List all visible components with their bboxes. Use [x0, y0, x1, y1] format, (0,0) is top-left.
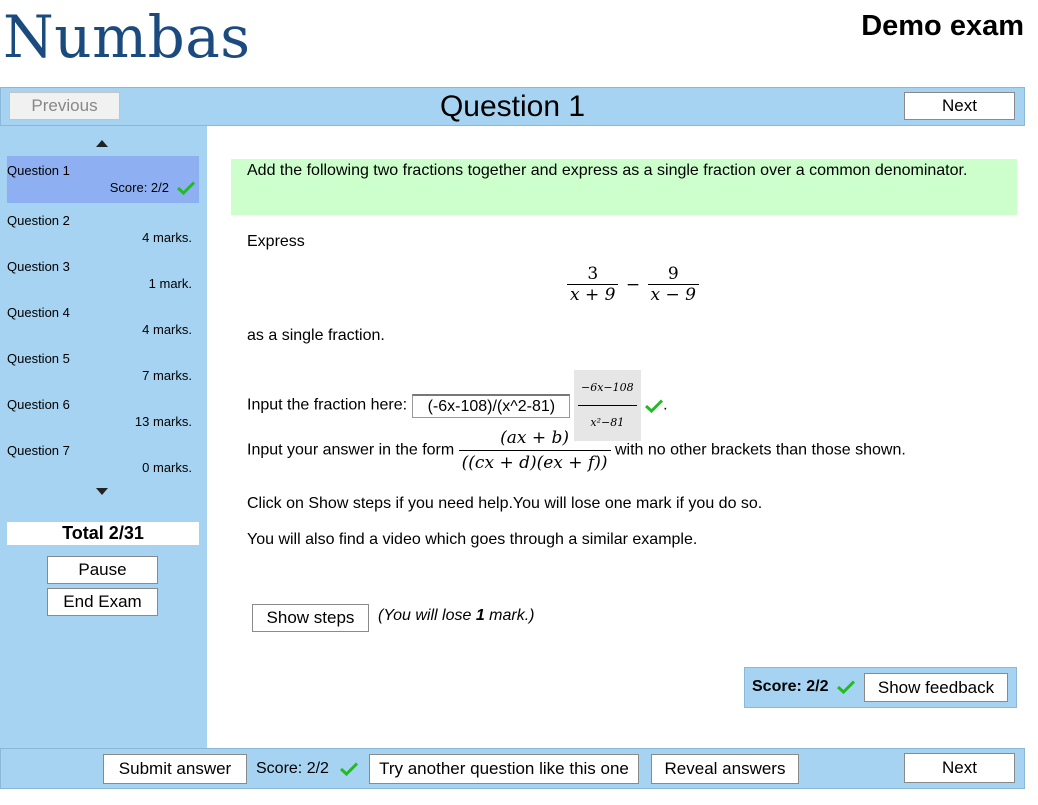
scroll-up-arrow-icon[interactable] [96, 140, 108, 147]
scroll-down-arrow-icon[interactable] [96, 488, 108, 495]
question-statement: Add the following two fractions together… [231, 159, 1017, 215]
next-button[interactable]: Next [904, 92, 1015, 120]
end-exam-button[interactable]: End Exam [47, 588, 158, 616]
exam-title: Demo exam [861, 10, 1024, 42]
question-name: Question 4 [7, 305, 70, 320]
reveal-answers-button[interactable]: Reveal answers [651, 754, 799, 784]
question-content: Add the following two fractions together… [207, 126, 1025, 748]
show-steps-button[interactable]: Show steps [252, 604, 369, 632]
show-feedback-button[interactable]: Show feedback [864, 673, 1008, 702]
submit-answer-button[interactable]: Submit answer [103, 754, 247, 784]
try-another-question-button[interactable]: Try another question like this one [369, 754, 639, 784]
fraction-numerator: 3 [567, 264, 619, 285]
question-marks: 4 marks. [142, 230, 192, 245]
input-prompt: Input the fraction here: [247, 396, 408, 414]
top-nav-bar: Previous Question 1 Next [0, 87, 1025, 126]
lose-prefix: (You will lose [378, 607, 476, 624]
question-marks: 7 marks. [142, 368, 192, 383]
pause-button[interactable]: Pause [47, 556, 158, 584]
sidebar-item-question-2[interactable]: Question 2 4 marks. [7, 206, 199, 253]
question-name: Question 1 [7, 163, 70, 178]
question-marks: 1 mark. [148, 276, 192, 291]
part-score-box: Score: 2/2 Show feedback [744, 667, 1017, 708]
single-fraction-text: as a single fraction. [247, 327, 385, 344]
check-icon [177, 181, 195, 195]
part-score: Score: 2/2 [752, 678, 829, 695]
numbas-logo: Numbas [3, 3, 251, 71]
bottom-bar: Submit answer Score: 2/2 Try another que… [0, 748, 1025, 789]
express-text: Express [247, 233, 305, 250]
form-suffix: with no other brackets than those shown. [614, 441, 906, 459]
form-denominator: ((cx + d)(ex + f)) [461, 453, 608, 473]
exam-page: Numbas Demo exam Previous Question 1 Nex… [0, 0, 1038, 805]
sidebar-item-question-3[interactable]: Question 3 1 mark. [7, 252, 199, 299]
form-row: Input your answer in the form (ax + b)((… [247, 426, 906, 475]
question-name: Question 3 [7, 259, 70, 274]
total-score: Total 2/31 [7, 522, 199, 545]
sidebar-item-question-7[interactable]: Question 7 0 marks. [7, 436, 199, 483]
math-expression: 3x + 9 − 9x − 9 [567, 264, 699, 305]
fraction-answer-input[interactable]: (-6x-108)/(x^2-81) [411, 393, 570, 418]
lose-count: 1 [475, 607, 485, 624]
question-name: Question 7 [7, 443, 70, 458]
question-sidebar: Question 1 Score: 2/2 Question 2 4 marks… [0, 126, 207, 748]
question-title: Question 1 [439, 90, 586, 123]
preview-numerator: −6x−108 [578, 371, 637, 406]
question-name: Question 5 [7, 351, 70, 366]
video-hint: You will also find a video which goes th… [247, 531, 698, 548]
lose-mark-note: (You will lose 1 mark.) [378, 606, 535, 626]
period: . [663, 396, 668, 414]
question-marks: 4 marks. [142, 322, 192, 337]
question-score: Score: 2/2 [109, 180, 169, 195]
question-name: Question 6 [7, 397, 70, 412]
fraction-denominator: x + 9 [570, 285, 616, 305]
check-icon [837, 680, 855, 694]
sidebar-item-question-4[interactable]: Question 4 4 marks. [7, 298, 199, 345]
sidebar-item-question-1[interactable]: Question 1 Score: 2/2 [7, 156, 199, 203]
fraction-denominator: x − 9 [650, 285, 696, 305]
question-marks: 13 marks. [134, 414, 192, 429]
bottom-next-button[interactable]: Next [904, 753, 1015, 783]
check-icon [645, 398, 664, 413]
steps-hint: Click on Show steps if you need help.You… [247, 495, 763, 512]
question-marks: 0 marks. [142, 460, 192, 475]
minus-sign: − [625, 274, 641, 295]
form-prompt: Input your answer in the form [247, 441, 455, 459]
lose-suffix: mark.) [484, 607, 535, 624]
bottom-score: Score: 2/2 [256, 760, 329, 777]
sidebar-item-question-6[interactable]: Question 6 13 marks. [7, 390, 199, 437]
fraction-numerator: 9 [647, 264, 699, 285]
form-numerator: (ax + b) [458, 426, 611, 451]
check-icon [340, 762, 358, 776]
sidebar-item-question-5[interactable]: Question 5 7 marks. [7, 344, 199, 391]
question-name: Question 2 [7, 213, 70, 228]
